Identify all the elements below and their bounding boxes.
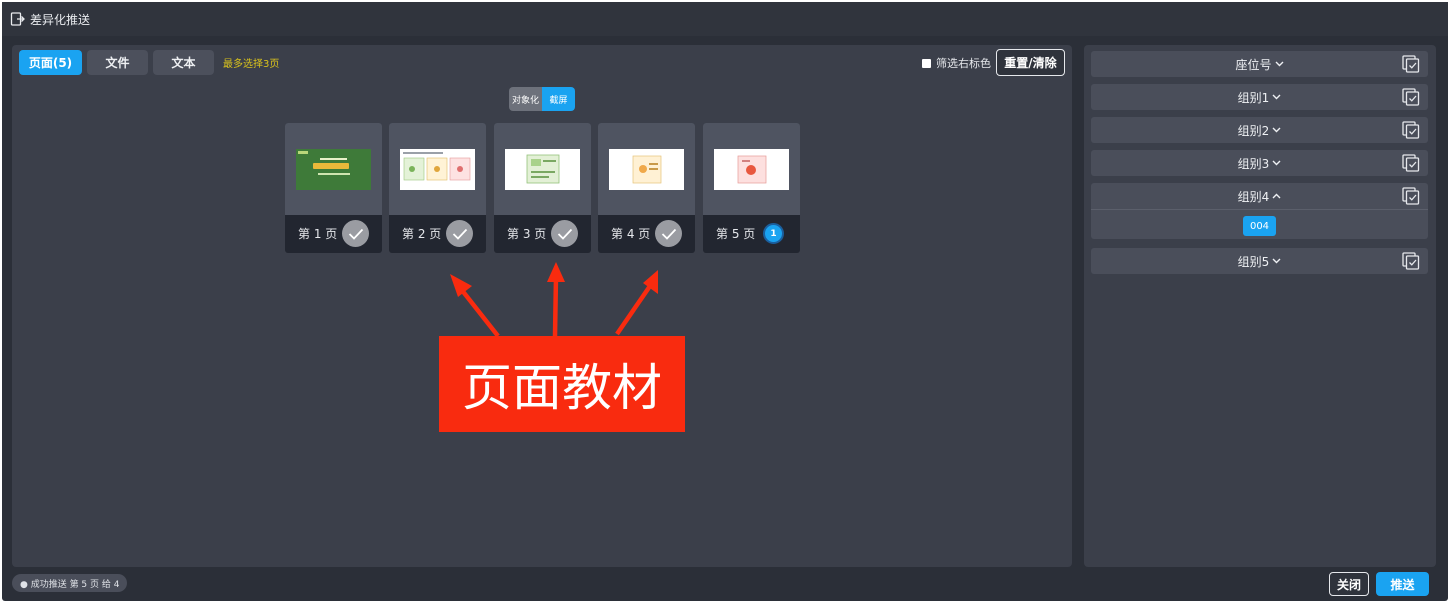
page-thumbnail — [296, 149, 371, 190]
title-bar: 差异化推送 — [2, 2, 1448, 36]
checkmark-icon[interactable] — [655, 220, 682, 247]
selection-order-badge[interactable]: 1 — [763, 223, 784, 244]
group-header[interactable]: 组别4 — [1091, 183, 1428, 210]
checkmark-icon[interactable] — [446, 220, 473, 247]
selection-limit-hint: 最多选择3页 — [223, 59, 280, 70]
select-all-icon[interactable] — [1401, 186, 1421, 206]
page-thumbnail — [400, 149, 475, 190]
seat-chip[interactable]: 004 — [1243, 216, 1276, 236]
group-row-seat-number[interactable]: 座位号 — [1091, 51, 1428, 77]
filter-checkbox[interactable] — [922, 58, 931, 68]
page-card[interactable]: 第 3 页 — [494, 123, 591, 253]
select-all-icon[interactable] — [1401, 87, 1421, 107]
chevron-down-icon — [1272, 258, 1281, 264]
page-thumbnail — [714, 149, 789, 190]
push-app-icon — [10, 11, 26, 27]
select-all-icon[interactable] — [1401, 54, 1421, 74]
tab-files[interactable]: 文件 — [87, 50, 148, 75]
page-label: 第 5 页 — [716, 227, 756, 241]
group-label: 座位号 — [1235, 57, 1272, 72]
page-thumbnail-area — [703, 123, 800, 215]
page-thumbnail-area — [285, 123, 382, 215]
group-row-group4-expanded: 组别4 004 — [1091, 183, 1428, 239]
tab-text[interactable]: 文本 — [153, 50, 214, 75]
window-title: 差异化推送 — [30, 12, 91, 27]
tab-pages[interactable]: 页面(5) — [19, 50, 82, 75]
push-status-badge: ● 成功推送 第 5 页 给 4 — [12, 574, 128, 592]
page-label: 第 1 页 — [298, 227, 338, 241]
page-label: 第 3 页 — [507, 227, 547, 241]
page-card[interactable]: 第 2 页 — [389, 123, 486, 253]
content-type-tabs: 页面(5) 文件 文本 最多选择3页 — [19, 50, 279, 75]
close-button[interactable]: 关闭 — [1329, 572, 1369, 596]
select-all-icon[interactable] — [1401, 251, 1421, 271]
group-label: 组别2 — [1237, 123, 1270, 138]
group-row-group2[interactable]: 组别2 — [1091, 117, 1428, 143]
chevron-down-icon — [1275, 61, 1284, 67]
mode-object-button[interactable]: 对象化 — [509, 87, 542, 111]
capture-mode-toggle: 对象化 截屏 — [509, 87, 575, 111]
chevron-down-icon — [1272, 160, 1281, 166]
page-card[interactable]: 第 5 页 1 — [703, 123, 800, 253]
select-all-icon[interactable] — [1401, 153, 1421, 173]
group-panel: 座位号 组别1 组别2 组别3 组别4 004 组别5 — [1084, 45, 1436, 567]
page-label: 第 4 页 — [611, 227, 651, 241]
page-selection-panel: 页面(5) 文件 文本 最多选择3页 筛选右标色 重置/清除 对象化 截屏 第 … — [12, 45, 1072, 567]
page-thumbnail-area — [598, 123, 695, 215]
reset-clear-button[interactable]: 重置/清除 — [996, 49, 1065, 76]
annotation-label: 页面教材 — [439, 336, 685, 432]
page-thumbnail — [609, 149, 684, 190]
group-row-group1[interactable]: 组别1 — [1091, 84, 1428, 110]
chevron-up-icon — [1272, 193, 1281, 199]
group-label: 组别5 — [1237, 254, 1270, 269]
chevron-down-icon — [1272, 94, 1281, 100]
checkmark-icon[interactable] — [342, 220, 369, 247]
page-thumbnail-area — [494, 123, 591, 215]
group-label: 组别4 — [1237, 189, 1270, 204]
chevron-down-icon — [1272, 127, 1281, 133]
mode-screenshot-button[interactable]: 截屏 — [542, 87, 575, 111]
page-thumbnail-area — [389, 123, 486, 215]
page-thumbnail — [505, 149, 580, 190]
push-button[interactable]: 推送 — [1376, 572, 1429, 596]
select-all-icon[interactable] — [1401, 120, 1421, 140]
filter-label: 筛选右标色 — [936, 57, 991, 70]
page-label: 第 2 页 — [402, 227, 442, 241]
group-label: 组别1 — [1237, 90, 1270, 105]
filter-option[interactable]: 筛选右标色 — [922, 55, 991, 71]
dialog-window: 差异化推送 页面(5) 文件 文本 最多选择3页 筛选右标色 重置/清除 对象化… — [2, 2, 1448, 601]
page-card[interactable]: 第 4 页 — [598, 123, 695, 253]
group-row-group3[interactable]: 组别3 — [1091, 150, 1428, 176]
group-row-group5[interactable]: 组别5 — [1091, 248, 1428, 274]
checkmark-icon[interactable] — [551, 220, 578, 247]
page-card-list: 第 1 页 第 2 页 第 3 页 第 4 页 第 5 页 1 — [285, 123, 805, 253]
group-label: 组别3 — [1237, 156, 1270, 171]
page-card[interactable]: 第 1 页 — [285, 123, 382, 253]
